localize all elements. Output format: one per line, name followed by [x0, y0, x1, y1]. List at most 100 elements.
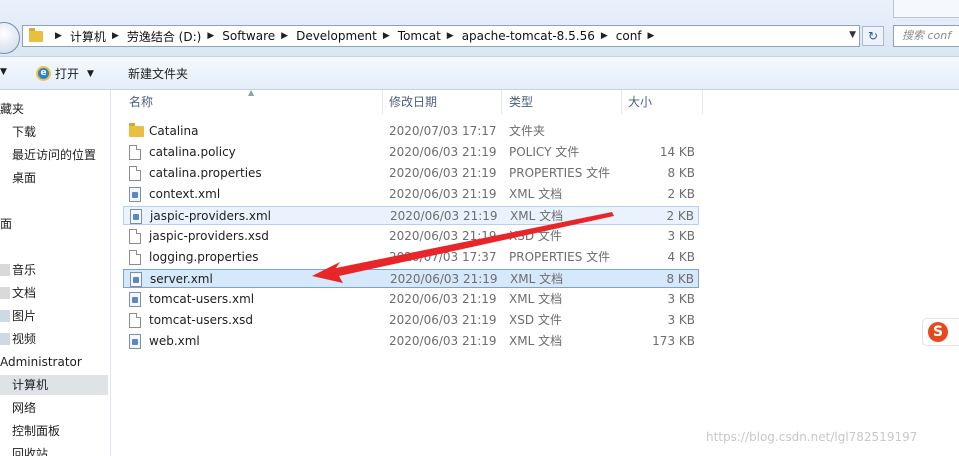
file-name: catalina.properties [149, 166, 262, 180]
nav-item-label: 下载 [12, 125, 37, 139]
breadcrumb-item[interactable]: Software [222, 29, 275, 43]
file-row[interactable]: tomcat-users.xml 2020/06/03 21:19 XML 文档… [123, 290, 699, 309]
file-row[interactable]: jaspic-providers.xsd 2020/06/03 21:19 XS… [123, 227, 699, 246]
refresh-button[interactable]: ↻ [862, 26, 884, 46]
nav-item-label: 计算机 [12, 378, 49, 392]
breadcrumb-item[interactable]: Tomcat [398, 29, 441, 43]
file-name: jaspic-providers.xsd [149, 229, 269, 243]
file-name: server.xml [150, 272, 213, 286]
column-type[interactable]: 类型 [509, 90, 533, 114]
file-row-selected[interactable]: server.xml 2020/06/03 21:19 XML 文档 8 KB [123, 269, 699, 288]
file-size: 3 KB [667, 292, 695, 306]
file-type: 文件夹 [509, 124, 546, 138]
file-date: 2020/06/03 21:19 [389, 334, 497, 348]
window-caption-area [893, 0, 959, 18]
nav-item-label: 桌面 [0, 217, 13, 231]
breadcrumb-item[interactable]: conf [616, 29, 642, 43]
pictures-icon [0, 310, 10, 322]
chevron-right-icon[interactable]: ▶ [601, 31, 608, 41]
file-type: XML 文档 [509, 292, 563, 306]
open-label: 打开 [55, 67, 80, 81]
folder-icon [29, 27, 43, 42]
column-size[interactable]: 大小 [628, 90, 652, 114]
nav-item-pictures[interactable]: 图片 [0, 306, 36, 326]
videos-icon [0, 333, 10, 345]
command-bar: ▼ e 打开 ▼ 新建文件夹 [0, 57, 959, 90]
chevron-right-icon[interactable]: ▶ [383, 31, 390, 41]
nav-item-recycle-bin[interactable]: 回收站 [0, 444, 48, 456]
nav-item-control-panel[interactable]: 控制面板 [0, 421, 60, 441]
organize-dropdown-icon[interactable]: ▼ [0, 67, 7, 77]
xml-file-icon [130, 209, 142, 224]
document-icon [129, 250, 141, 265]
address-bar: ▶ 计算机 ▶ 劳逸结合 (D:) ▶ Software ▶ Developme… [0, 0, 959, 57]
nav-item-label: 文档 [12, 286, 37, 300]
internet-explorer-icon: e [36, 66, 51, 81]
nav-item-administrator[interactable]: Administrator [0, 352, 82, 372]
file-list: ▲ 名称 修改日期 类型 大小 Catalina 2020/07/03 17:1… [111, 88, 959, 456]
file-type: XSD 文件 [509, 313, 562, 327]
breadcrumb[interactable]: ▶ 计算机 ▶ 劳逸结合 (D:) ▶ Software ▶ Developme… [22, 25, 860, 47]
chevron-right-icon[interactable]: ▶ [207, 31, 214, 41]
nav-item-videos[interactable]: 视频 [0, 329, 36, 349]
chevron-right-icon[interactable]: ▶ [112, 31, 119, 41]
nav-item-label: 收藏夹 [0, 102, 25, 116]
chevron-right-icon[interactable]: ▶ [447, 31, 454, 41]
file-row[interactable]: jaspic-providers.xml 2020/06/03 21:19 XM… [123, 206, 699, 225]
file-row[interactable]: catalina.policy 2020/06/03 21:19 POLICY … [123, 143, 699, 162]
breadcrumb-item[interactable]: apache-tomcat-8.5.56 [462, 29, 595, 43]
chevron-right-icon[interactable]: ▶ [281, 31, 288, 41]
file-type: XML 文档 [509, 187, 563, 201]
nav-item-label: 视频 [12, 332, 37, 346]
nav-item-favorites[interactable]: 收藏夹 [0, 99, 24, 119]
ime-toolbar[interactable]: S [922, 318, 959, 346]
navigation-pane: 收藏夹 下载 最近访问的位置 桌面 桌面 库 音乐 文档 图片 视频 Admin… [0, 90, 111, 456]
file-row[interactable]: context.xml 2020/06/03 21:19 XML 文档 2 KB [123, 185, 699, 204]
file-size: 8 KB [667, 166, 695, 180]
nav-item-label: Administrator [0, 355, 82, 369]
nav-item-label: 回收站 [12, 447, 49, 456]
column-divider[interactable] [621, 90, 622, 114]
file-row[interactable]: catalina.properties 2020/06/03 21:19 PRO… [123, 164, 699, 183]
column-date[interactable]: 修改日期 [389, 90, 437, 114]
chevron-down-icon[interactable]: ▼ [849, 30, 856, 40]
file-date: 2020/06/03 21:19 [389, 187, 497, 201]
file-size: 3 KB [667, 313, 695, 327]
file-date: 2020/06/03 21:19 [389, 145, 497, 159]
chevron-right-icon[interactable]: ▶ [648, 31, 655, 41]
nav-item-music[interactable]: 音乐 [0, 260, 36, 280]
nav-item-network[interactable]: 网络 [0, 398, 36, 418]
column-divider[interactable] [501, 90, 502, 114]
file-date: 2020/07/03 17:37 [389, 250, 497, 264]
file-row[interactable]: Catalina 2020/07/03 17:17 文件夹 [123, 122, 699, 141]
open-button[interactable]: e 打开 ▼ [36, 65, 94, 82]
network-icon [0, 402, 10, 414]
file-row[interactable]: logging.properties 2020/07/03 17:37 PROP… [123, 248, 699, 267]
document-icon [129, 313, 141, 328]
column-divider[interactable] [382, 90, 383, 114]
xml-file-icon [129, 334, 141, 349]
breadcrumb-item[interactable]: Development [296, 29, 377, 43]
file-name: web.xml [149, 334, 200, 348]
nav-item-downloads[interactable]: 下载 [0, 122, 36, 142]
nav-item-recent-places[interactable]: 最近访问的位置 [0, 145, 96, 165]
column-divider[interactable] [702, 90, 703, 114]
nav-item-label: 图片 [12, 309, 37, 323]
breadcrumb-item[interactable]: 计算机 [70, 28, 106, 45]
chevron-down-icon[interactable]: ▼ [87, 69, 94, 79]
chevron-right-icon[interactable]: ▶ [55, 31, 62, 41]
nav-item-documents[interactable]: 文档 [0, 283, 36, 303]
nav-item-computer[interactable]: 计算机 [0, 375, 108, 395]
new-folder-button[interactable]: 新建文件夹 [128, 65, 188, 82]
nav-item-desktop[interactable]: 桌面 [0, 168, 36, 188]
nav-item-desktop-root[interactable]: 桌面 [0, 214, 12, 234]
file-date: 2020/06/03 21:19 [389, 166, 497, 180]
column-name[interactable]: 名称 [129, 90, 153, 114]
file-row[interactable]: tomcat-users.xsd 2020/06/03 21:19 XSD 文件… [123, 311, 699, 330]
search-input[interactable]: 搜索 conf [893, 25, 959, 47]
nav-item-label: 控制面板 [12, 424, 61, 438]
breadcrumb-item[interactable]: 劳逸结合 (D:) [127, 28, 201, 45]
file-name: jaspic-providers.xml [150, 209, 272, 223]
file-row[interactable]: web.xml 2020/06/03 21:19 XML 文档 173 KB [123, 332, 699, 351]
back-button[interactable] [0, 22, 20, 54]
